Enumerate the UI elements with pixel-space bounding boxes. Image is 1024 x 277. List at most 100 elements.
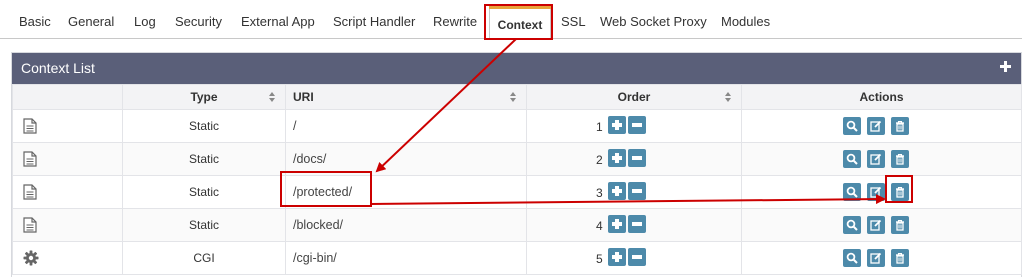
column-header-order[interactable]: Order bbox=[526, 84, 742, 110]
row-order: 1 bbox=[526, 109, 742, 143]
view-icon bbox=[846, 219, 858, 231]
order-down-button[interactable] bbox=[628, 182, 646, 200]
order-number: 1 bbox=[596, 120, 603, 134]
delete-button[interactable] bbox=[891, 249, 909, 267]
table-row: Static / 1 bbox=[12, 109, 1022, 143]
row-order: 3 bbox=[526, 175, 742, 209]
order-number: 4 bbox=[596, 219, 603, 233]
tab-basic[interactable]: Basic bbox=[19, 0, 51, 38]
row-type: Static bbox=[122, 208, 286, 242]
sort-icon[interactable] bbox=[269, 92, 276, 102]
file-icon bbox=[12, 208, 123, 242]
delete-button[interactable] bbox=[891, 216, 909, 234]
sort-icon[interactable] bbox=[725, 92, 732, 102]
sort-icon[interactable] bbox=[510, 92, 517, 102]
edit-button[interactable] bbox=[867, 216, 885, 234]
order-number: 5 bbox=[596, 252, 603, 266]
delete-icon bbox=[896, 120, 904, 132]
order-number: 3 bbox=[596, 186, 603, 200]
row-uri[interactable]: /cgi-bin/ bbox=[285, 241, 527, 275]
column-header-type-label: Type bbox=[190, 90, 218, 104]
edit-icon bbox=[870, 186, 882, 198]
view-button[interactable] bbox=[843, 117, 861, 135]
row-type: Static bbox=[122, 142, 286, 176]
file-icon bbox=[12, 175, 123, 209]
row-type: Static bbox=[122, 175, 286, 209]
order-up-button[interactable] bbox=[608, 215, 626, 233]
row-actions bbox=[741, 142, 1022, 176]
order-down-button[interactable] bbox=[628, 215, 646, 233]
column-header-actions: Actions bbox=[741, 84, 1022, 110]
delete-button[interactable] bbox=[891, 150, 909, 168]
table-row: CGI /cgi-bin/ 5 bbox=[12, 241, 1022, 275]
delete-button[interactable] bbox=[891, 183, 909, 201]
column-header-type[interactable]: Type bbox=[122, 84, 286, 110]
delete-icon bbox=[896, 153, 904, 165]
column-header-icon bbox=[12, 84, 123, 110]
gear-icon bbox=[12, 241, 123, 275]
edit-icon bbox=[870, 252, 882, 264]
view-icon bbox=[846, 186, 858, 198]
delete-icon bbox=[896, 186, 904, 198]
view-button[interactable] bbox=[843, 183, 861, 201]
tab-ssl[interactable]: SSL bbox=[561, 0, 586, 38]
tab-general[interactable]: General bbox=[68, 0, 114, 38]
column-header-order-label: Order bbox=[617, 90, 651, 104]
row-uri[interactable]: /docs/ bbox=[285, 142, 527, 176]
edit-button[interactable] bbox=[867, 183, 885, 201]
row-uri[interactable]: / bbox=[285, 109, 527, 143]
edit-icon bbox=[870, 219, 882, 231]
row-actions bbox=[741, 208, 1022, 242]
row-order: 2 bbox=[526, 142, 742, 176]
context-list-panel: Context List Type URI Order Actions Stat… bbox=[11, 52, 1022, 277]
order-up-button[interactable] bbox=[608, 248, 626, 266]
order-up-button[interactable] bbox=[608, 182, 626, 200]
tab-security[interactable]: Security bbox=[175, 0, 222, 38]
row-order: 5 bbox=[526, 241, 742, 275]
view-button[interactable] bbox=[843, 150, 861, 168]
column-header-uri-label: URI bbox=[293, 90, 314, 104]
view-button[interactable] bbox=[843, 216, 861, 234]
row-actions bbox=[741, 241, 1022, 275]
row-type: Static bbox=[122, 109, 286, 143]
tab-web-socket-proxy[interactable]: Web Socket Proxy bbox=[600, 0, 707, 38]
column-header-uri[interactable]: URI bbox=[285, 84, 527, 110]
file-icon bbox=[12, 142, 123, 176]
tab-modules[interactable]: Modules bbox=[721, 0, 770, 38]
delete-icon bbox=[896, 252, 904, 264]
table-row: Static /protected/ 3 bbox=[12, 175, 1022, 209]
view-icon bbox=[846, 120, 858, 132]
edit-button[interactable] bbox=[867, 150, 885, 168]
view-icon bbox=[846, 153, 858, 165]
view-button[interactable] bbox=[843, 249, 861, 267]
edit-button[interactable] bbox=[867, 249, 885, 267]
order-number: 2 bbox=[596, 153, 603, 167]
table-row: Static /docs/ 2 bbox=[12, 142, 1022, 176]
order-up-button[interactable] bbox=[608, 116, 626, 134]
delete-button[interactable] bbox=[891, 117, 909, 135]
row-order: 4 bbox=[526, 208, 742, 242]
row-actions bbox=[741, 175, 1022, 209]
row-uri[interactable]: /protected/ bbox=[285, 175, 527, 209]
edit-button[interactable] bbox=[867, 117, 885, 135]
order-down-button[interactable] bbox=[628, 248, 646, 266]
tab-context[interactable]: Context bbox=[489, 6, 551, 40]
tab-script-handler[interactable]: Script Handler bbox=[333, 0, 415, 38]
order-down-button[interactable] bbox=[628, 149, 646, 167]
edit-icon bbox=[870, 120, 882, 132]
panel-title: Context List bbox=[21, 60, 95, 76]
table-header-row: Type URI Order Actions bbox=[12, 84, 1022, 110]
tab-log[interactable]: Log bbox=[134, 0, 156, 38]
tab-bar: Basic General Log Security External App … bbox=[0, 0, 1022, 40]
tab-external-app[interactable]: External App bbox=[241, 0, 315, 38]
view-icon bbox=[846, 252, 858, 264]
order-down-button[interactable] bbox=[628, 116, 646, 134]
order-up-button[interactable] bbox=[608, 149, 626, 167]
tab-rewrite[interactable]: Rewrite bbox=[433, 0, 477, 38]
file-icon bbox=[12, 109, 123, 143]
plus-icon[interactable] bbox=[1000, 61, 1011, 72]
context-table: Type URI Order Actions Static / 1 Static… bbox=[12, 84, 1022, 275]
row-uri[interactable]: /blocked/ bbox=[285, 208, 527, 242]
panel-header: Context List bbox=[12, 53, 1021, 84]
table-row: Static /blocked/ 4 bbox=[12, 208, 1022, 242]
